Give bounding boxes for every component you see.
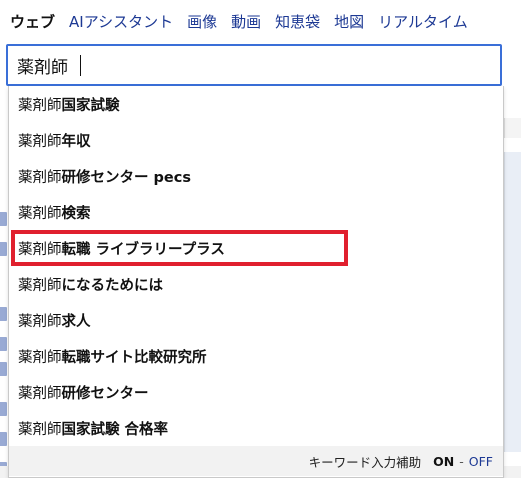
tab-chiebukuro[interactable]: 知恵袋 xyxy=(275,11,320,32)
suggestion-item[interactable]: 薬剤師 年収 xyxy=(9,122,503,158)
suggestion-item[interactable]: 薬剤師 研修センター xyxy=(9,374,503,410)
suggestion-item[interactable]: 薬剤師 国家試験 xyxy=(9,86,503,122)
suggestion-query: 薬剤師 xyxy=(18,205,62,222)
suggestion-item-highlighted[interactable]: 薬剤師 転職 ライブラリープラス xyxy=(9,230,503,266)
background-right-edge xyxy=(504,118,521,138)
tab-videos[interactable]: 動画 xyxy=(231,11,261,32)
assist-separator: - xyxy=(459,453,464,469)
text-caret xyxy=(80,55,81,76)
suggestion-completion: 国家試験 xyxy=(61,97,120,114)
suggestion-query: 薬剤師 xyxy=(18,133,62,150)
tab-ai-assistant[interactable]: AIアシスタント xyxy=(69,11,173,32)
suggestion-completion: 国家試験 合格率 xyxy=(61,421,169,438)
suggestion-item[interactable]: 薬剤師 求人 xyxy=(9,302,503,338)
assist-on-toggle[interactable]: ON xyxy=(433,454,454,469)
search-vertical-tabs: ウェブ AIアシスタント 画像 動画 知恵袋 地図 リアルタイム xyxy=(0,0,521,42)
background-right-panel xyxy=(504,152,521,452)
suggestion-completion: 研修センター pecs xyxy=(61,169,192,186)
keyword-assist-footer: キーワード入力補助 ON - OFF xyxy=(9,446,503,476)
suggestion-item[interactable]: 薬剤師 研修センター pecs xyxy=(9,158,503,194)
keyword-assist-label: キーワード入力補助 xyxy=(308,454,422,470)
tab-web[interactable]: ウェブ xyxy=(10,11,55,32)
suggestion-item[interactable]: 薬剤師 国家試験 合格率 xyxy=(9,410,503,446)
suggestion-item[interactable]: 薬剤師 検索 xyxy=(9,194,503,230)
suggestion-item[interactable]: 薬剤師 になるためには xyxy=(9,266,503,302)
suggestion-completion: 転職 ライブラリープラス xyxy=(61,241,225,258)
tab-maps[interactable]: 地図 xyxy=(334,11,364,32)
search-input[interactable] xyxy=(17,50,477,80)
suggestion-completion: 求人 xyxy=(61,313,91,330)
assist-off-link[interactable]: OFF xyxy=(469,454,493,469)
suggestion-dropdown: 薬剤師 国家試験 薬剤師 年収 薬剤師 研修センター pecs 薬剤師 検索 薬剤師… xyxy=(8,86,504,478)
suggestion-item[interactable]: 薬剤師 転職サイト比較研究所 xyxy=(9,338,503,374)
suggestion-query: 薬剤師 xyxy=(18,277,62,294)
suggestion-query: 薬剤師 xyxy=(18,241,62,258)
suggestion-query: 薬剤師 xyxy=(18,385,62,402)
background-results-edge xyxy=(0,92,8,478)
search-box xyxy=(6,44,502,86)
suggestion-query: 薬剤師 xyxy=(18,169,62,186)
suggestion-query: 薬剤師 xyxy=(18,421,62,438)
suggestion-completion: 研修センター xyxy=(61,385,149,402)
suggestion-completion: になるためには xyxy=(61,277,164,294)
suggestion-completion: 年収 xyxy=(61,133,91,150)
suggestion-query: 薬剤師 xyxy=(18,349,62,366)
tab-realtime[interactable]: リアルタイム xyxy=(378,11,468,32)
tab-images[interactable]: 画像 xyxy=(187,11,217,32)
suggestion-completion: 検索 xyxy=(61,205,91,222)
suggestion-query: 薬剤師 xyxy=(18,313,62,330)
suggestion-query: 薬剤師 xyxy=(18,97,62,114)
suggestion-completion: 転職サイト比較研究所 xyxy=(61,349,207,366)
